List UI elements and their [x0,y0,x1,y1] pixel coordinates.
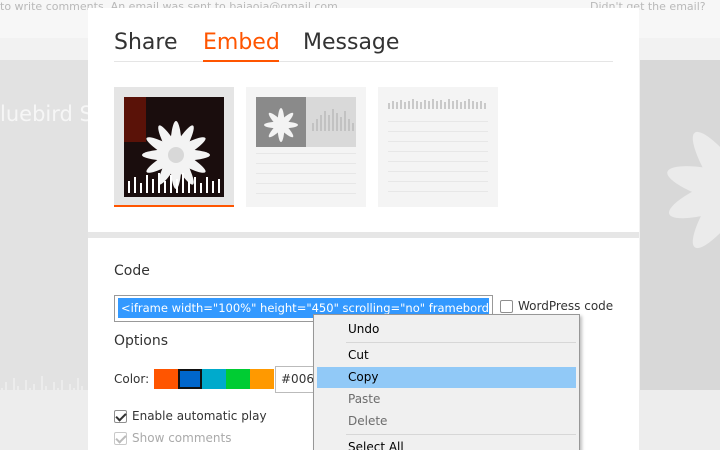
context-menu: Undo Cut Copy Paste Delete Select All [313,314,580,450]
active-tab-indicator [203,60,279,62]
tab-message[interactable]: Message [303,30,399,55]
wordpress-code-label[interactable]: WordPress code [518,299,613,313]
show-comments-label: Show comments [132,431,232,445]
menu-item-select-all[interactable]: Select All [317,437,576,450]
preview-line [388,191,488,192]
code-heading: Code [114,263,150,279]
color-label: Color: [114,372,150,386]
classic-preview [256,97,356,147]
classic-preview-art [256,97,354,147]
autoplay-label[interactable]: Enable automatic play [132,409,267,423]
widget-option-visual[interactable] [114,87,234,207]
autoplay-checkbox[interactable] [114,410,127,423]
preview-line [256,163,356,164]
color-swatch-teal[interactable] [202,369,226,389]
tab-share[interactable]: Share [114,30,178,55]
menu-separator [346,342,576,343]
widget-option-classic[interactable] [246,87,366,207]
preview-line [388,141,488,142]
color-swatch-amber[interactable] [250,369,274,389]
background-artwork [640,60,720,390]
color-swatch-green[interactable] [226,369,250,389]
preview-line [256,183,356,184]
preview-line [388,151,488,152]
artwork-thumbnail [124,97,224,197]
wordpress-code-checkbox[interactable] [500,300,513,313]
show-comments-checkbox[interactable] [114,432,127,445]
widget-option-minimal[interactable] [378,87,498,207]
menu-item-copy[interactable]: Copy [317,367,576,388]
menu-separator [346,434,576,435]
preview-line [388,181,488,182]
options-heading: Options [114,333,169,349]
preview-line [388,121,488,122]
background-flower-art [667,131,720,249]
background-waveform [1,376,83,390]
color-swatch-blue[interactable] [178,369,202,389]
background-track-title: luebird S [0,102,93,126]
preview-line [388,131,488,132]
color-swatch-orange[interactable] [154,369,178,389]
daisy-artwork [124,97,224,197]
menu-item-undo[interactable]: Undo [317,319,576,340]
preview-line [256,173,356,174]
menu-item-cut[interactable]: Cut [317,345,576,366]
preview-line [388,171,488,172]
menu-item-delete[interactable]: Delete [317,411,576,432]
preview-line [388,161,488,162]
menu-item-paste[interactable]: Paste [317,389,576,410]
tab-embed[interactable]: Embed [203,30,280,55]
tabs-divider [114,61,613,62]
minimal-waveform-preview [388,99,486,109]
preview-line [256,153,356,154]
preview-line [256,193,356,194]
